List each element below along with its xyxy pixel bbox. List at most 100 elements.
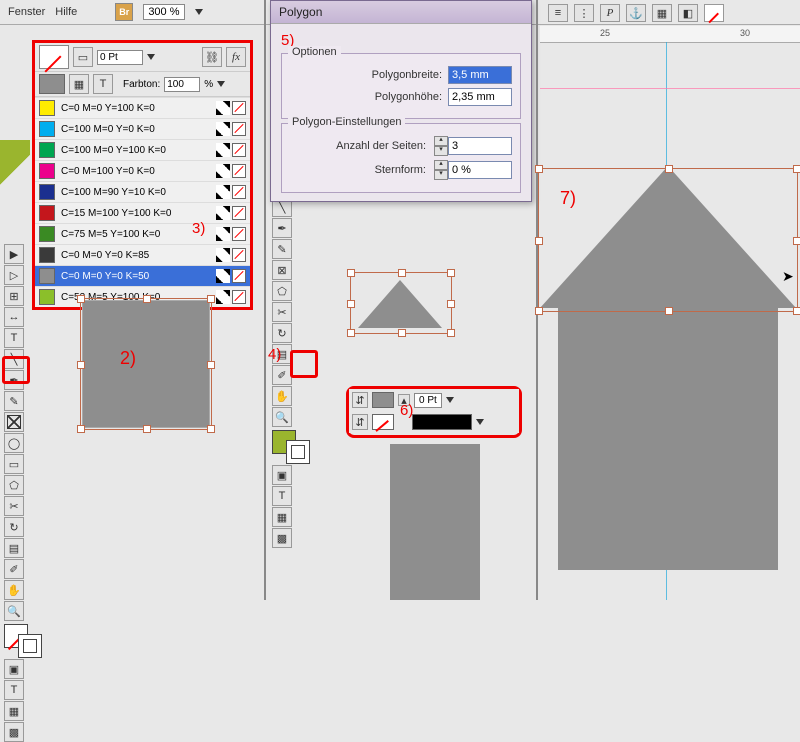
link-icon[interactable]: ⛓ (202, 47, 222, 67)
cursor-icon: ➤ (782, 268, 794, 285)
fill-swatch[interactable] (372, 392, 394, 408)
fill-stroke-proxy[interactable] (272, 430, 310, 464)
zoom-field[interactable]: 300 % (143, 4, 184, 20)
panel-divider (264, 0, 266, 600)
swatch-chip (39, 226, 55, 242)
swatch-row[interactable]: C=0 M=0 Y=100 K=0 (35, 97, 250, 118)
swatch-type-icon (216, 122, 230, 136)
page-tool-icon[interactable]: ⊞ (4, 286, 24, 306)
rectangle-frame-tool-icon[interactable] (4, 412, 24, 432)
stroke-type-icon[interactable]: ▭ (73, 47, 93, 67)
swatch-mode-icon (232, 206, 246, 220)
eyedropper-tool-icon[interactable]: ✐ (272, 365, 292, 385)
transform-tool-icon[interactable]: ↻ (272, 323, 292, 343)
preview-view-icon[interactable]: ▩ (272, 528, 292, 548)
bridge-button[interactable]: Br (115, 3, 133, 21)
swap-icon[interactable]: ⇵ (352, 414, 368, 430)
wrap-icon[interactable]: ▦ (652, 4, 672, 22)
normal-view-icon[interactable]: ▦ (272, 507, 292, 527)
swatch-mode-icon (232, 164, 246, 178)
swatch-row[interactable]: C=0 M=100 Y=0 K=0 (35, 160, 250, 181)
sides-stepper[interactable]: ▴▾ (434, 136, 448, 156)
corner-icon[interactable]: ◧ (678, 4, 698, 22)
swatch-row[interactable]: C=100 M=0 Y=0 K=0 (35, 118, 250, 139)
fill-stroke-proxy[interactable] (4, 624, 42, 658)
swatch-row[interactable]: C=0 M=0 Y=0 K=50 (35, 265, 250, 286)
direct-select-tool-icon[interactable]: ▷ (4, 265, 24, 285)
chevron-down-icon[interactable] (476, 419, 484, 425)
pencil-tool-icon[interactable]: ✎ (4, 391, 24, 411)
none-swatch-icon[interactable] (39, 45, 69, 69)
stroke-proxy-icon[interactable] (18, 634, 42, 658)
normal-view-icon[interactable]: ▦ (4, 701, 24, 721)
polygon-height-label: Polygonhöhe: (375, 91, 442, 103)
chevron-down-icon[interactable] (195, 9, 203, 15)
chevron-down-icon[interactable] (147, 54, 155, 60)
swatch-row[interactable]: C=100 M=90 Y=10 K=0 (35, 181, 250, 202)
polygon-width-field[interactable] (448, 66, 512, 84)
polygon-tool-icon[interactable]: ⬠ (272, 281, 292, 301)
stroke-pt-value[interactable]: 0 Pt (414, 393, 442, 408)
swatches-header: ▭ ⛓ fx (35, 43, 250, 72)
apply-text-icon[interactable]: T (272, 486, 292, 506)
pencil-tool-icon[interactable]: ✎ (272, 239, 292, 259)
farbton-field[interactable] (164, 77, 200, 92)
stroke-pt-field[interactable] (97, 50, 143, 65)
gradient-tool-icon[interactable]: ▤ (4, 538, 24, 558)
ellipse-tool-icon[interactable]: ◯ (4, 433, 24, 453)
type-tool-icon[interactable]: T (4, 328, 24, 348)
align-icon[interactable]: ≡ (548, 4, 568, 22)
stroke-proxy-icon[interactable] (286, 440, 310, 464)
rectangle-frame-tool-icon[interactable]: ⊠ (272, 260, 292, 280)
text-icon[interactable]: T (93, 74, 113, 94)
apply-text-icon[interactable]: T (4, 680, 24, 700)
swatch-mode-icon[interactable]: ▦ (69, 74, 89, 94)
stroke-fill-mini-panel: ⇵ ▴ 0 Pt ⇵ (346, 386, 522, 438)
anchor-icon[interactable]: ⚓ (626, 4, 646, 22)
swatch-row[interactable]: C=15 M=100 Y=100 K=0 (35, 202, 250, 223)
farbton-label: Farbton: (123, 79, 160, 90)
settings-group: Polygon-Einstellungen Anzahl der Seiten:… (281, 123, 521, 193)
scissors-tool-icon[interactable]: ✂ (272, 302, 292, 322)
gap-tool-icon[interactable]: ↔ (4, 307, 24, 327)
preview-view-icon[interactable]: ▩ (4, 722, 24, 742)
chevron-down-icon[interactable] (217, 81, 225, 87)
apply-color-icon[interactable]: ▣ (272, 465, 292, 485)
star-stepper[interactable]: ▴▾ (434, 160, 448, 180)
none-icon[interactable] (704, 4, 724, 22)
swap-icon[interactable]: ⇵ (352, 392, 368, 408)
paragraph-icon[interactable]: P (600, 4, 620, 22)
polygon-height-field[interactable] (448, 88, 512, 106)
none-swatch-icon[interactable] (372, 414, 394, 430)
scissors-tool-icon[interactable]: ✂ (4, 496, 24, 516)
menu-hilfe[interactable]: Hilfe (55, 6, 77, 18)
selection-tool-icon[interactable]: ▶ (4, 244, 24, 264)
swatch-chip (39, 121, 55, 137)
swatch-row[interactable]: C=100 M=0 Y=100 K=0 (35, 139, 250, 160)
pen-tool-icon[interactable]: ✒ (272, 218, 292, 238)
swatch-type-icon (216, 269, 230, 283)
swatch-name: C=0 M=0 Y=0 K=85 (61, 250, 214, 261)
fill-proxy-icon[interactable] (39, 74, 65, 94)
zoom-tool-icon[interactable]: 🔍 (4, 601, 24, 621)
transform-tool-icon[interactable]: ↻ (4, 517, 24, 537)
star-field[interactable] (448, 161, 512, 179)
rectangle-tool-icon[interactable]: ▭ (4, 454, 24, 474)
polygon-tool-icon[interactable]: ⬠ (4, 475, 24, 495)
swatch-row[interactable]: C=0 M=0 Y=0 K=85 (35, 244, 250, 265)
annotation-2: 2) (120, 348, 136, 369)
stroke-style-dropdown[interactable] (412, 414, 472, 430)
distribute-icon[interactable]: ⋮ (574, 4, 594, 22)
hand-tool-icon[interactable]: ✋ (272, 386, 292, 406)
menu-fenster[interactable]: Fenster (8, 6, 45, 18)
apply-color-icon[interactable]: ▣ (4, 659, 24, 679)
swatch-chip (39, 184, 55, 200)
hand-tool-icon[interactable]: ✋ (4, 580, 24, 600)
eyedropper-tool-icon[interactable]: ✐ (4, 559, 24, 579)
zoom-tool-icon[interactable]: 🔍 (272, 407, 292, 427)
sides-label: Anzahl der Seiten: (336, 140, 426, 152)
sides-field[interactable] (448, 137, 512, 155)
fx-icon[interactable]: fx (226, 47, 246, 67)
chevron-down-icon[interactable] (446, 397, 454, 403)
swatch-row[interactable]: C=75 M=5 Y=100 K=0 (35, 223, 250, 244)
